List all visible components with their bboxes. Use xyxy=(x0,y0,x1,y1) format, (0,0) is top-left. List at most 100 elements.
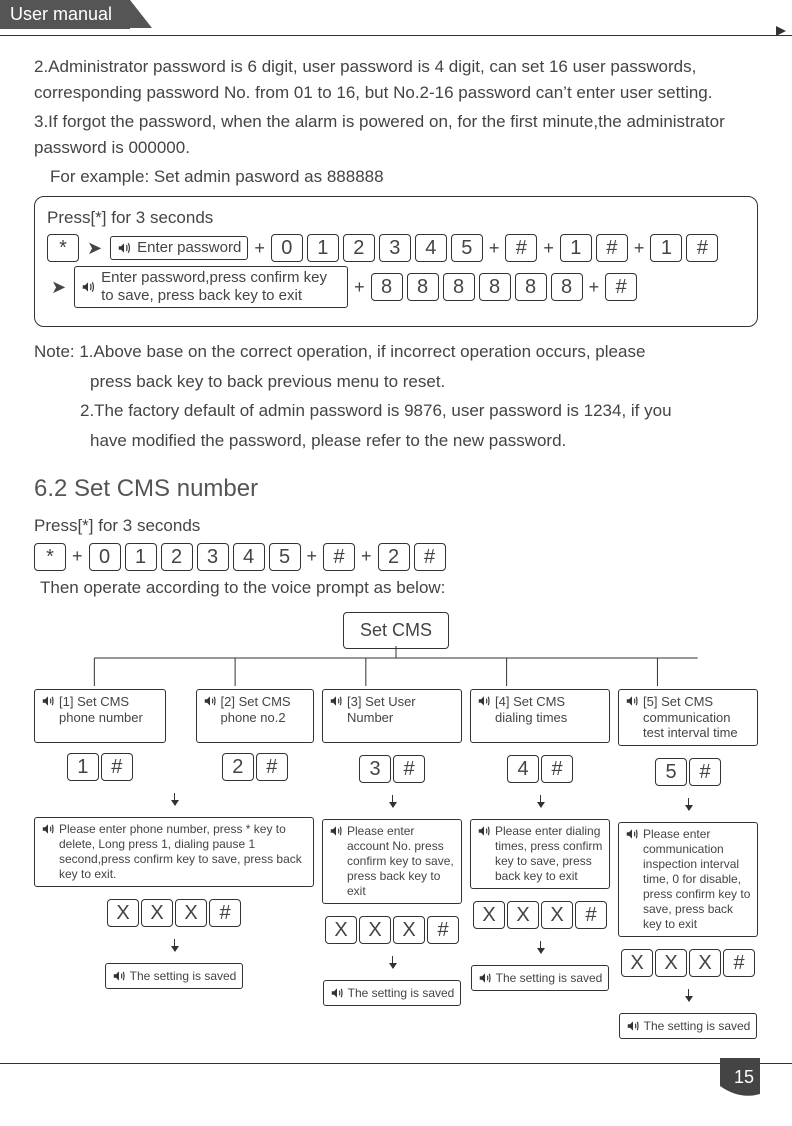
digit-key: 1 xyxy=(560,234,592,262)
option-1-label: [1] Set CMS phone number xyxy=(59,694,159,725)
paragraph-3: 3.If forgot the password, when the alarm… xyxy=(34,109,758,160)
digit-key: 3 xyxy=(359,755,391,783)
sound-icon xyxy=(112,969,126,983)
digit-key: 3 xyxy=(197,543,229,571)
flow-tree: Set CMS xyxy=(34,612,758,1039)
input-row: X X X # xyxy=(107,899,241,927)
saved-box: The setting is saved xyxy=(323,980,462,1006)
digit-key: 0 xyxy=(271,234,303,262)
key-row: 5 # xyxy=(655,758,721,786)
sound-icon xyxy=(625,694,639,708)
placeholder-key: X xyxy=(141,899,173,927)
digit-key: 1 xyxy=(650,234,682,262)
digit-key: 2 xyxy=(222,753,254,781)
saved-label: The setting is saved xyxy=(644,1017,751,1035)
sound-icon xyxy=(477,824,491,838)
hash-key: # xyxy=(209,899,241,927)
input-row: X X X # xyxy=(621,949,755,977)
plus-sign: + xyxy=(587,274,602,301)
digit-key: 5 xyxy=(269,543,301,571)
prompt-1-text: Please enter phone number, press * key t… xyxy=(59,822,307,882)
divider xyxy=(0,35,792,36)
example-line: For example: Set admin pasword as 888888 xyxy=(34,164,758,190)
sound-icon xyxy=(478,971,492,985)
arrow-icon: ➤ xyxy=(83,235,106,262)
digit-key: 8 xyxy=(479,273,511,301)
digit-key: 5 xyxy=(451,234,483,262)
plus-sign: + xyxy=(305,543,320,570)
plus-sign: + xyxy=(487,235,502,262)
section-sequence-row: * + 0 1 2 3 4 5 + # + 2 # Then operate a… xyxy=(34,543,758,601)
saved-box: The setting is saved xyxy=(105,963,244,989)
key-row: 1 # xyxy=(67,753,133,781)
sound-icon xyxy=(625,827,639,841)
digit-key: 1 xyxy=(67,753,99,781)
plus-sign: + xyxy=(70,543,85,570)
sound-icon xyxy=(203,694,217,708)
sequence-row-2: ➤ Enter password,press confirm key to sa… xyxy=(47,266,745,308)
placeholder-key: X xyxy=(359,916,391,944)
hash-key: # xyxy=(689,758,721,786)
sound-icon xyxy=(329,824,343,838)
voice-prompt-badge: Enter password xyxy=(110,236,248,260)
enter-password-label: Enter password xyxy=(137,239,241,257)
header-arrow-icon xyxy=(776,26,786,36)
saved-label: The setting is saved xyxy=(130,967,237,985)
note-2b: have modified the password, please refer… xyxy=(34,428,758,454)
plus-sign: + xyxy=(252,235,267,262)
key-row: 3 # xyxy=(359,755,425,783)
prompt-box-3: Please enter account No. press confirm k… xyxy=(322,819,462,904)
hash-key: # xyxy=(596,234,628,262)
voice-prompt-badge: Enter password,press confirm key to save… xyxy=(74,266,348,308)
hash-key: # xyxy=(101,753,133,781)
digit-key: 4 xyxy=(507,755,539,783)
digit-key: 3 xyxy=(379,234,411,262)
digit-key: 0 xyxy=(89,543,121,571)
option-box-3: [3] Set User Number xyxy=(322,689,462,743)
hash-key: # xyxy=(686,234,718,262)
input-row: X X X # xyxy=(473,901,607,929)
then-text: Then operate according to the voice prom… xyxy=(34,575,445,601)
plus-sign: + xyxy=(541,235,556,262)
note-2: 2.The factory default of admin password … xyxy=(34,398,758,424)
digit-key: 4 xyxy=(233,543,265,571)
saved-box: The setting is saved xyxy=(619,1013,758,1039)
hash-key: # xyxy=(605,273,637,301)
connector-arrow-icon xyxy=(174,939,175,951)
hash-key: # xyxy=(393,755,425,783)
option-box-5: [5] Set CMS communication test interval … xyxy=(618,689,758,746)
placeholder-key: X xyxy=(655,949,687,977)
placeholder-key: X xyxy=(689,949,721,977)
connector-arrow-icon xyxy=(392,956,393,968)
digit-key: 4 xyxy=(415,234,447,262)
prompt-5-text: Please enter communication inspection in… xyxy=(643,827,751,932)
digit-key: 5 xyxy=(655,758,687,786)
note-1b: press back key to back previous menu to … xyxy=(34,369,758,395)
placeholder-key: X xyxy=(621,949,653,977)
connector-arrow-icon xyxy=(688,989,689,1001)
prompt-box-1: Please enter phone number, press * key t… xyxy=(34,817,314,887)
plus-sign: + xyxy=(352,274,367,301)
input-row: X X X # xyxy=(325,916,459,944)
saved-box: The setting is saved xyxy=(471,965,610,991)
option-box-2: [2] Set CMS phone no.2 xyxy=(196,689,314,743)
arrow-icon: ➤ xyxy=(47,274,70,301)
note-block: Note: 1.Above base on the correct operat… xyxy=(34,339,758,453)
option-3-label: [3] Set User Number xyxy=(347,694,455,725)
prompt-4-text: Please enter dialing times, press confir… xyxy=(495,824,603,884)
plus-sign: + xyxy=(632,235,647,262)
header-tab: User manual xyxy=(0,0,130,29)
prompt-box-5: Please enter communication inspection in… xyxy=(618,822,758,937)
option-box-4: [4] Set CMS dialing times xyxy=(470,689,610,743)
example-box: Press[*] for 3 seconds * ➤ Enter passwor… xyxy=(34,196,758,328)
prompt-box-4: Please enter dialing times, press confir… xyxy=(470,819,610,889)
tree-branches: [1] Set CMS phone number 1 # [2] Set CMS… xyxy=(34,689,758,1039)
hash-key: # xyxy=(541,755,573,783)
placeholder-key: X xyxy=(175,899,207,927)
digit-key: 8 xyxy=(515,273,547,301)
hash-key: # xyxy=(505,234,537,262)
digit-key: 8 xyxy=(443,273,475,301)
placeholder-key: X xyxy=(473,901,505,929)
sound-icon xyxy=(81,280,95,294)
note-1: Note: 1.Above base on the correct operat… xyxy=(34,339,758,365)
